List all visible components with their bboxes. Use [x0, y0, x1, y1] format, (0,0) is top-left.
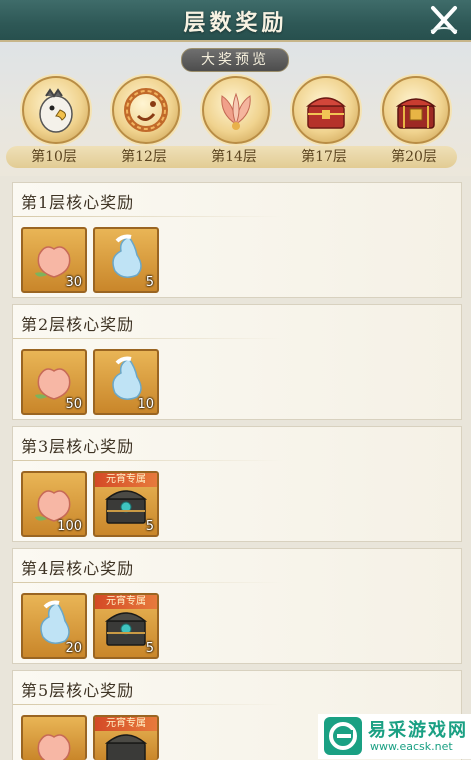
reward-item[interactable]: 元宵专属 5 [93, 471, 159, 537]
floor-label: 第12层 [121, 149, 167, 165]
reward-card: 第2层核心奖励 50 10 [12, 304, 462, 420]
item-count: 30 [65, 275, 82, 290]
header-bar: 层数奖励 [0, 0, 471, 42]
reward-card: 第4层核心奖励 20 元宵专属 5 [12, 548, 462, 664]
site-url: www.eacsk.net [370, 740, 453, 753]
divider [13, 704, 283, 705]
reward-item[interactable]: 20 [21, 593, 87, 659]
reward-item[interactable]: 10 [93, 349, 159, 415]
floor-label: 第20层 [391, 149, 437, 165]
item-count: 20 [65, 641, 82, 656]
item-count: 5 [145, 641, 154, 656]
prize-preview-banner: 大奖预览 [181, 48, 289, 72]
reward-item[interactable]: 30 [21, 227, 87, 293]
prize-floor-17[interactable] [292, 76, 360, 144]
peach-icon [37, 734, 71, 760]
item-count: 5 [145, 519, 154, 534]
reward-card: 第1层核心奖励 30 5 [12, 182, 462, 298]
exclusive-tag: 元宵专属 [95, 473, 157, 487]
divider [13, 582, 283, 583]
reward-item[interactable]: 50 [21, 349, 87, 415]
item-count: 50 [65, 397, 82, 412]
prize-floor-14[interactable] [202, 76, 270, 144]
prize-floor-12[interactable] [112, 76, 180, 144]
reward-card-title: 第2层核心奖励 [21, 315, 135, 334]
reward-item[interactable]: 5 [93, 227, 159, 293]
item-count: 10 [137, 397, 154, 412]
prize-floor-10[interactable] [22, 76, 90, 144]
divider [13, 216, 283, 217]
reward-card-title: 第5层核心奖励 [21, 681, 135, 700]
exclusive-tag: 元宵专属 [95, 717, 157, 731]
floor-label: 第14层 [211, 149, 257, 165]
reward-item[interactable] [21, 715, 87, 760]
dragon-ring-prize-icon [124, 88, 168, 132]
site-logo-icon [324, 717, 362, 755]
close-button[interactable] [427, 3, 461, 37]
reward-card-title: 第4层核心奖励 [21, 559, 135, 578]
reward-card: 第3层核心奖励 100 元宵专属 5 [12, 426, 462, 542]
exclusive-tag: 元宵专属 [95, 595, 157, 609]
reward-card-title: 第1层核心奖励 [21, 193, 135, 212]
divider [13, 338, 283, 339]
floor-label: 第17层 [301, 149, 347, 165]
reward-item[interactable]: 元宵专属 5 [93, 593, 159, 659]
reward-item[interactable]: 元宵专属 [93, 715, 159, 760]
prize-preview-panel: 大奖预览 第10层 第12层 第14层 第17层 第20层 [0, 42, 471, 176]
floor-label: 第10层 [31, 149, 77, 165]
reward-item[interactable]: 100 [21, 471, 87, 537]
treasure-chest-prize-icon [395, 98, 437, 129]
item-count: 5 [145, 275, 154, 290]
eagle-prize-icon [39, 88, 73, 133]
close-icon [430, 6, 458, 34]
site-name: 易采游戏网 [368, 720, 468, 741]
site-watermark: 易采游戏网 www.eacsk.net [318, 714, 471, 759]
red-chest-prize-icon [306, 97, 346, 129]
prize-floor-20[interactable] [382, 76, 450, 144]
lotus-prize-icon [221, 92, 251, 130]
divider [13, 460, 283, 461]
reward-card-title: 第3层核心奖励 [21, 437, 135, 456]
page-title: 层数奖励 [183, 10, 288, 36]
item-count: 100 [57, 519, 82, 534]
